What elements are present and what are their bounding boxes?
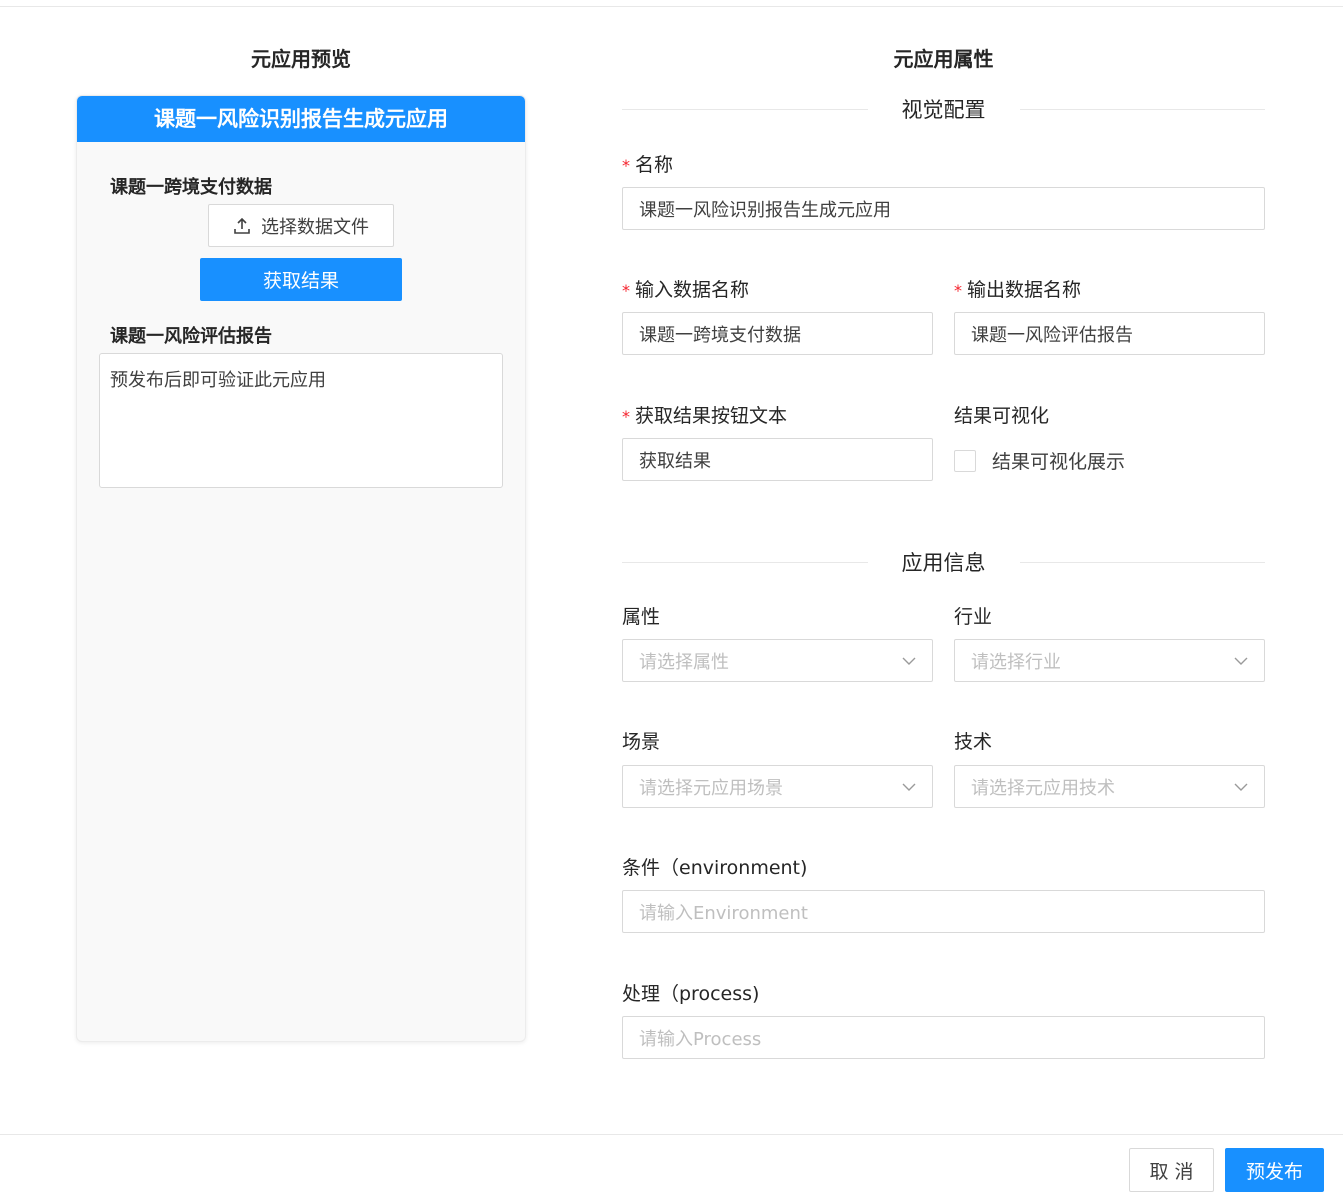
footer-divider bbox=[0, 1134, 1343, 1135]
chevron-down-icon bbox=[902, 783, 916, 791]
pre-publish-button[interactable]: 预发布 bbox=[1225, 1148, 1324, 1192]
visualize-checkbox-row[interactable]: 结果可视化展示 bbox=[954, 447, 1125, 474]
input-data-name-input[interactable]: 课题一跨境支付数据 bbox=[622, 312, 933, 355]
app-info-divider: 应用信息 bbox=[622, 547, 1265, 577]
industry-select[interactable]: 请选择行业 bbox=[954, 639, 1265, 682]
output-data-name-input[interactable]: 课题一风险评估报告 bbox=[954, 312, 1265, 355]
visualize-label: 结果可视化 bbox=[954, 405, 1050, 427]
scene-label: 场景 bbox=[622, 731, 661, 753]
technology-select-placeholder: 请选择元应用技术 bbox=[971, 777, 1115, 799]
visualize-checkbox[interactable] bbox=[954, 449, 976, 472]
preview-output-label: 课题一风险评估报告 bbox=[110, 326, 272, 347]
name-label: * 名称 bbox=[622, 154, 674, 176]
process-input[interactable]: 请输入Process bbox=[622, 1016, 1265, 1059]
select-data-file-label: 选择数据文件 bbox=[261, 216, 369, 238]
attribute-select[interactable]: 请选择属性 bbox=[622, 639, 933, 682]
preview-card: 课题一风险识别报告生成元应用 课题一跨境支付数据 选择数据文件 获取结果 课题一… bbox=[76, 95, 526, 1042]
scene-select-placeholder: 请选择元应用场景 bbox=[639, 777, 783, 799]
attribute-label: 属性 bbox=[622, 606, 661, 628]
industry-label: 行业 bbox=[954, 606, 993, 628]
button-text-label: * 获取结果按钮文本 bbox=[622, 405, 788, 427]
top-divider bbox=[0, 6, 1343, 7]
industry-select-placeholder: 请选择行业 bbox=[971, 651, 1061, 673]
cancel-button[interactable]: 取 消 bbox=[1129, 1148, 1214, 1192]
technology-select[interactable]: 请选择元应用技术 bbox=[954, 765, 1265, 808]
output-data-name-label: * 输出数据名称 bbox=[954, 279, 1082, 301]
scene-select[interactable]: 请选择元应用场景 bbox=[622, 765, 933, 808]
preview-input-label: 课题一跨境支付数据 bbox=[110, 177, 272, 198]
input-data-name-label: * 输入数据名称 bbox=[622, 279, 750, 301]
environment-input[interactable]: 请输入Environment bbox=[622, 890, 1265, 933]
preview-header: 课题一风险识别报告生成元应用 bbox=[77, 96, 525, 142]
required-mark: * bbox=[622, 281, 630, 300]
required-mark: * bbox=[622, 407, 630, 426]
process-label: 处理（process) bbox=[622, 983, 760, 1005]
visual-config-divider: 视觉配置 bbox=[622, 94, 1265, 124]
chevron-down-icon bbox=[1234, 657, 1248, 665]
technology-label: 技术 bbox=[954, 731, 993, 753]
select-data-file-button[interactable]: 选择数据文件 bbox=[208, 204, 394, 247]
upload-icon bbox=[233, 217, 251, 235]
required-mark: * bbox=[622, 156, 630, 175]
app-info-heading: 应用信息 bbox=[901, 551, 986, 575]
chevron-down-icon bbox=[902, 657, 916, 665]
name-input[interactable]: 课题一风险识别报告生成元应用 bbox=[622, 187, 1265, 230]
chevron-down-icon bbox=[1234, 783, 1248, 791]
fetch-result-button[interactable]: 获取结果 bbox=[200, 258, 402, 301]
required-mark: * bbox=[954, 281, 962, 300]
attribute-select-placeholder: 请选择属性 bbox=[639, 651, 729, 673]
properties-title: 元应用属性 bbox=[893, 47, 994, 71]
environment-label: 条件（environment) bbox=[622, 857, 808, 879]
button-text-input[interactable]: 获取结果 bbox=[622, 438, 933, 481]
preview-output-textarea[interactable]: 预发布后即可验证此元应用 bbox=[99, 353, 503, 488]
visualize-checkbox-label: 结果可视化展示 bbox=[992, 451, 1126, 473]
visual-config-heading: 视觉配置 bbox=[901, 98, 986, 122]
preview-title: 元应用预览 bbox=[251, 47, 351, 71]
